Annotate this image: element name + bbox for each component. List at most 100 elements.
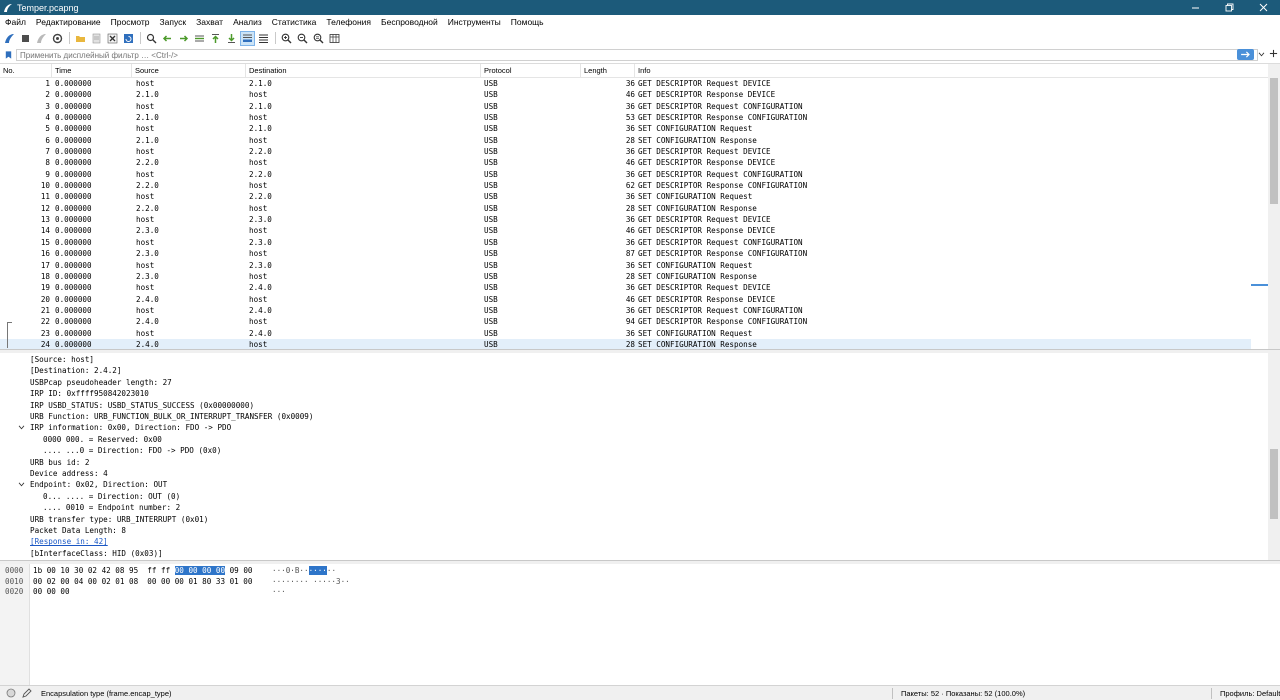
- first-packet-button[interactable]: [208, 31, 223, 46]
- detail-tree-item[interactable]: [Destination: 2.4.2]: [30, 365, 121, 376]
- detail-tree-item[interactable]: Device address: 4: [30, 468, 108, 479]
- detail-tree-item[interactable]: IRP information: 0x00, Direction: FDO ->…: [30, 422, 231, 433]
- capture-options-button[interactable]: [50, 31, 65, 46]
- filter-bookmark-button[interactable]: [3, 50, 14, 61]
- packet-row[interactable]: 8 0.000000 2.2.0 host USB 46 GET DESCRIPTOR Re…: [0, 157, 1251, 168]
- menu-analyze[interactable]: Анализ: [228, 15, 267, 29]
- restart-capture-button[interactable]: [34, 31, 49, 46]
- start-capture-button[interactable]: [2, 31, 17, 46]
- menu-help[interactable]: Помощь: [506, 15, 549, 29]
- normal-size-button[interactable]: [311, 31, 326, 46]
- packet-row[interactable]: 23 0.000000 host 2.4.0 USB 36 SET CONFIGURATIO…: [0, 328, 1251, 339]
- packet-row[interactable]: 1 0.000000 host 2.1.0 USB 36 GET DESCRIPTOR Re…: [0, 78, 1251, 89]
- detail-tree-item[interactable]: [bInterfaceClass: HID (0x03)]: [30, 548, 163, 559]
- zoom-in-button[interactable]: [279, 31, 294, 46]
- open-file-button[interactable]: [73, 31, 88, 46]
- detail-link-response[interactable]: [Response in: 42]: [30, 536, 108, 547]
- bytes-hex[interactable]: 00 00 00: [33, 586, 70, 597]
- packet-row[interactable]: 19 0.000000 host 2.4.0 USB 36 GET DESCRIPTOR R…: [0, 282, 1251, 293]
- bytes-hex[interactable]: 00 02 00 04 00 02 01 08 00 00 00 01 80 3…: [33, 576, 252, 587]
- resize-columns-button[interactable]: [327, 31, 342, 46]
- packet-list-scrollbar[interactable]: [1268, 64, 1280, 350]
- tree-expander-button[interactable]: [17, 479, 25, 490]
- bytes-ascii[interactable]: ········ ·····3··: [272, 576, 350, 587]
- detail-tree-item[interactable]: URB Function: URB_FUNCTION_BULK_OR_INTER…: [30, 411, 313, 422]
- restore-button[interactable]: [1212, 0, 1246, 15]
- detail-tree-item[interactable]: Packet Data Length: 8: [30, 525, 126, 536]
- column-header-protocol[interactable]: Protocol: [481, 64, 581, 78]
- menu-tools[interactable]: Инструменты: [443, 15, 506, 29]
- filter-apply-button[interactable]: [1237, 49, 1254, 60]
- detail-tree-item[interactable]: IRP USBD_STATUS: USBD_STATUS_SUCCESS (0x…: [30, 400, 254, 411]
- packet-row[interactable]: 17 0.000000 host 2.3.0 USB 36 SET CONFIGURATIO…: [0, 260, 1251, 271]
- display-filter-input[interactable]: [16, 49, 1258, 61]
- detail-tree-item[interactable]: .... ...0 = Direction: FDO -> PDO (0x0): [43, 445, 221, 456]
- packet-row[interactable]: 15 0.000000 host 2.3.0 USB 36 GET DESCRIPTOR R…: [0, 237, 1251, 248]
- menu-view[interactable]: Просмотр: [106, 15, 155, 29]
- go-to-packet-button[interactable]: [192, 31, 207, 46]
- menu-wireless[interactable]: Беспроводной: [376, 15, 443, 29]
- packet-row[interactable]: 18 0.000000 2.3.0 host USB 28 SET CONFIGURATIO…: [0, 271, 1251, 282]
- packet-row[interactable]: 14 0.000000 2.3.0 host USB 46 GET DESCRIPTOR R…: [0, 225, 1251, 236]
- bytes-hex[interactable]: 1b 00 10 30 02 42 08 95 ff ff 00 00 00 0…: [33, 565, 252, 576]
- packet-row[interactable]: 10 0.000000 2.2.0 host USB 62 GET DESCRIPTOR R…: [0, 180, 1251, 191]
- detail-tree-item[interactable]: 0000 000. = Reserved: 0x00: [43, 434, 162, 445]
- packet-row[interactable]: 16 0.000000 2.3.0 host USB 87 GET DESCRIPTOR R…: [0, 248, 1251, 259]
- packet-row[interactable]: 12 0.000000 2.2.0 host USB 28 SET CONFIGURATIO…: [0, 203, 1251, 214]
- packet-row[interactable]: 13 0.000000 host 2.3.0 USB 36 GET DESCRIPTOR R…: [0, 214, 1251, 225]
- detail-tree-item[interactable]: Endpoint: 0x02, Direction: OUT: [30, 479, 167, 490]
- minimize-button[interactable]: [1178, 0, 1212, 15]
- menu-go[interactable]: Запуск: [155, 15, 192, 29]
- packet-row[interactable]: 22 0.000000 2.4.0 host USB 94 GET DESCRIPTOR R…: [0, 316, 1251, 327]
- packet-row[interactable]: 9 0.000000 host 2.2.0 USB 36 GET DESCRIPTOR Re…: [0, 169, 1251, 180]
- packet-row[interactable]: 4 0.000000 2.1.0 host USB 53 GET DESCRIPTOR Re…: [0, 112, 1251, 123]
- filter-history-dropdown[interactable]: [1257, 49, 1266, 60]
- packet-row[interactable]: 6 0.000000 2.1.0 host USB 28 SET CONFIGURATION…: [0, 135, 1251, 146]
- packet-row[interactable]: 7 0.000000 host 2.2.0 USB 36 GET DESCRIPTOR Re…: [0, 146, 1251, 157]
- detail-tree-item[interactable]: URB transfer type: URB_INTERRUPT (0x01): [30, 514, 208, 525]
- last-packet-button[interactable]: [224, 31, 239, 46]
- go-forward-button[interactable]: [176, 31, 191, 46]
- close-button[interactable]: [1246, 0, 1280, 15]
- add-filter-button-icon[interactable]: [1268, 48, 1278, 62]
- capture-comment-button[interactable]: [22, 688, 32, 698]
- detail-tree-item[interactable]: .... 0010 = Endpoint number: 2: [43, 502, 180, 513]
- detail-tree-item[interactable]: [Source: host]: [30, 354, 94, 365]
- details-scroll-thumb[interactable]: [1270, 449, 1278, 519]
- close-file-button[interactable]: [105, 31, 120, 46]
- column-header-time[interactable]: Time: [52, 64, 132, 78]
- menu-file[interactable]: Файл: [0, 15, 31, 29]
- column-header-no[interactable]: No.: [0, 64, 52, 78]
- column-header-length[interactable]: Length: [581, 64, 635, 78]
- colorize-button[interactable]: [256, 31, 271, 46]
- tree-expander-button[interactable]: [17, 422, 25, 433]
- detail-tree-item[interactable]: URB bus id: 2: [30, 457, 89, 468]
- details-scrollbar[interactable]: [1268, 353, 1280, 560]
- detail-tree-item[interactable]: 0... .... = Direction: OUT (0): [43, 491, 180, 502]
- menu-edit[interactable]: Редактирование: [31, 15, 106, 29]
- column-header-destination[interactable]: Destination: [246, 64, 481, 78]
- status-profile[interactable]: Профиль: Default: [1220, 686, 1280, 700]
- packet-list-scroll-thumb[interactable]: [1270, 78, 1278, 204]
- zoom-out-button[interactable]: [295, 31, 310, 46]
- go-back-button[interactable]: [160, 31, 175, 46]
- find-packet-button[interactable]: [144, 31, 159, 46]
- packet-row[interactable]: 3 0.000000 host 2.1.0 USB 36 GET DESCRIPTOR Re…: [0, 101, 1251, 112]
- packet-row[interactable]: 2 0.000000 2.1.0 host USB 46 GET DESCRIPTOR Re…: [0, 89, 1251, 100]
- detail-tree-item[interactable]: IRP ID: 0xffff950842023010: [30, 388, 149, 399]
- bytes-ascii[interactable]: ···: [272, 586, 286, 597]
- packet-row[interactable]: 20 0.000000 2.4.0 host USB 46 GET DESCRIPTOR R…: [0, 294, 1251, 305]
- column-header-source[interactable]: Source: [132, 64, 246, 78]
- save-file-button[interactable]: [89, 31, 104, 46]
- bytes-ascii[interactable]: ···0·B········: [272, 565, 336, 576]
- column-header-info[interactable]: Info: [635, 64, 1268, 78]
- menu-capture[interactable]: Захват: [191, 15, 228, 29]
- menu-statistics[interactable]: Статистика: [267, 15, 322, 29]
- reload-file-button[interactable]: [121, 31, 136, 46]
- packet-row[interactable]: 11 0.000000 host 2.2.0 USB 36 SET CONFIGURATIO…: [0, 191, 1251, 202]
- stop-capture-button[interactable]: [18, 31, 33, 46]
- packet-row[interactable]: 21 0.000000 host 2.4.0 USB 36 GET DESCRIPTOR R…: [0, 305, 1251, 316]
- autoscroll-button[interactable]: [240, 30, 255, 46]
- menu-telephony[interactable]: Телефония: [321, 15, 376, 29]
- packet-row[interactable]: 5 0.000000 host 2.1.0 USB 36 SET CONFIGURATION…: [0, 123, 1251, 134]
